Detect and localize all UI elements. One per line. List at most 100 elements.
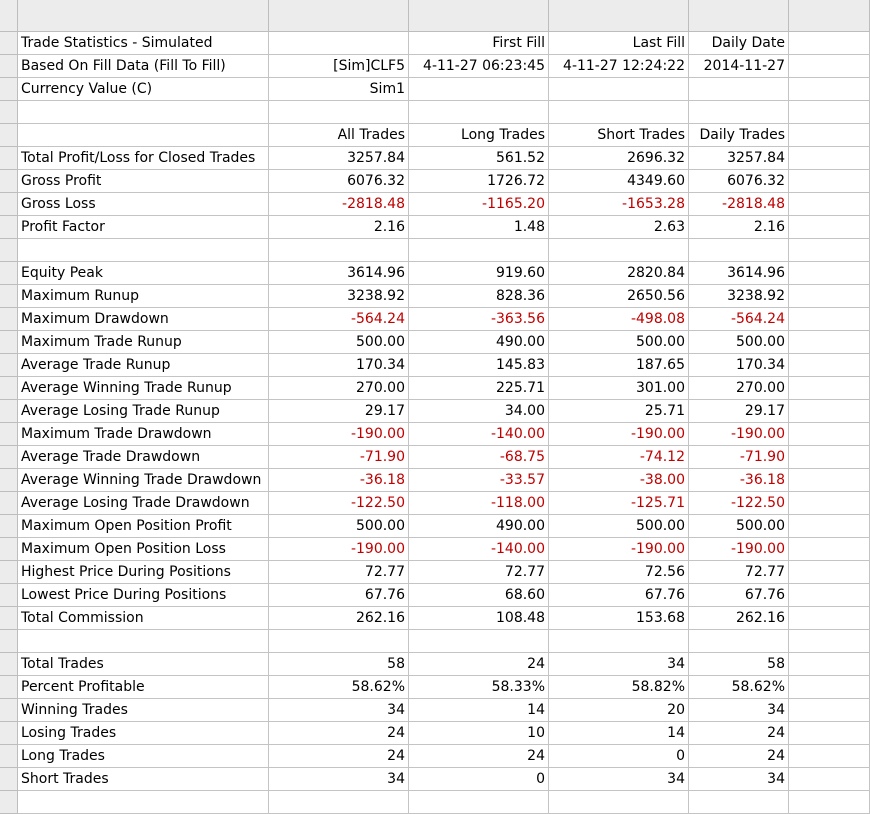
short-trades-cell[interactable]: 34: [549, 768, 689, 791]
row-label-cell[interactable]: [18, 791, 269, 814]
stat-row[interactable]: Long Trades 24 24 0 24: [0, 745, 870, 768]
short-trades-cell[interactable]: [549, 101, 689, 124]
daily-trades-cell[interactable]: 2014-11-27: [689, 55, 789, 78]
empty-cell[interactable]: [789, 768, 870, 791]
row-label-cell[interactable]: Losing Trades: [18, 722, 269, 745]
short-trades-cell[interactable]: Short Trades: [549, 124, 689, 147]
row-label-cell[interactable]: Gross Loss: [18, 193, 269, 216]
all-trades-cell[interactable]: All Trades: [269, 124, 409, 147]
row-label-cell[interactable]: Lowest Price During Positions: [18, 584, 269, 607]
short-trades-cell[interactable]: 0: [549, 745, 689, 768]
long-trades-cell[interactable]: 1726.72: [409, 170, 549, 193]
row-label-cell[interactable]: Gross Profit: [18, 170, 269, 193]
all-trades-cell[interactable]: -71.90: [269, 446, 409, 469]
daily-trades-cell[interactable]: [689, 78, 789, 101]
row-selector[interactable]: [0, 216, 18, 239]
stat-row[interactable]: Currency Value (C) Sim1: [0, 78, 870, 101]
all-trades-cell[interactable]: 58.62%: [269, 676, 409, 699]
daily-trades-cell[interactable]: [689, 239, 789, 262]
long-trades-cell[interactable]: -363.56: [409, 308, 549, 331]
column-header[interactable]: [789, 0, 870, 32]
long-trades-cell[interactable]: -68.75: [409, 446, 549, 469]
empty-cell[interactable]: [789, 354, 870, 377]
long-trades-cell[interactable]: 72.77: [409, 561, 549, 584]
stat-row[interactable]: Maximum Trade Drawdown -190.00 -140.00 -190…: [0, 423, 870, 446]
long-trades-cell[interactable]: -140.00: [409, 538, 549, 561]
all-trades-cell[interactable]: 24: [269, 745, 409, 768]
short-trades-cell[interactable]: 2.63: [549, 216, 689, 239]
all-trades-cell[interactable]: 3238.92: [269, 285, 409, 308]
long-trades-cell[interactable]: -140.00: [409, 423, 549, 446]
empty-cell[interactable]: [789, 32, 870, 55]
row-label-cell[interactable]: Average Losing Trade Runup: [18, 400, 269, 423]
daily-trades-cell[interactable]: 3238.92: [689, 285, 789, 308]
all-trades-cell[interactable]: 58: [269, 653, 409, 676]
long-trades-cell[interactable]: [409, 630, 549, 653]
row-label-cell[interactable]: Winning Trades: [18, 699, 269, 722]
empty-cell[interactable]: [789, 55, 870, 78]
stat-row[interactable]: Maximum Trade Runup 500.00 490.00 500.00 500…: [0, 331, 870, 354]
row-label-cell[interactable]: [18, 630, 269, 653]
empty-cell[interactable]: [789, 101, 870, 124]
row-label-cell[interactable]: Highest Price During Positions: [18, 561, 269, 584]
stat-row[interactable]: Equity Peak 3614.96 919.60 2820.84 3614.96: [0, 262, 870, 285]
empty-cell[interactable]: [789, 722, 870, 745]
row-selector[interactable]: [0, 446, 18, 469]
long-trades-cell[interactable]: -33.57: [409, 469, 549, 492]
row-selector[interactable]: [0, 55, 18, 78]
long-trades-cell[interactable]: 490.00: [409, 515, 549, 538]
daily-trades-cell[interactable]: 58: [689, 653, 789, 676]
daily-trades-cell[interactable]: 6076.32: [689, 170, 789, 193]
all-trades-cell[interactable]: 3257.84: [269, 147, 409, 170]
short-trades-cell[interactable]: 4349.60: [549, 170, 689, 193]
all-trades-cell[interactable]: [269, 630, 409, 653]
row-selector[interactable]: [0, 147, 18, 170]
short-trades-cell[interactable]: 67.76: [549, 584, 689, 607]
empty-cell[interactable]: [789, 308, 870, 331]
stat-row[interactable]: Winning Trades 34 14 20 34: [0, 699, 870, 722]
row-selector[interactable]: [0, 0, 18, 32]
stat-row[interactable]: Based On Fill Data (Fill To Fill) [Sim]CL…: [0, 55, 870, 78]
daily-trades-cell[interactable]: 29.17: [689, 400, 789, 423]
row-selector[interactable]: [0, 791, 18, 814]
empty-cell[interactable]: [789, 791, 870, 814]
row-label-cell[interactable]: [18, 101, 269, 124]
stat-row[interactable]: [0, 101, 870, 124]
stat-row[interactable]: Percent Profitable 58.62% 58.33% 58.82% 58.6…: [0, 676, 870, 699]
short-trades-cell[interactable]: -38.00: [549, 469, 689, 492]
row-selector[interactable]: [0, 308, 18, 331]
row-label-cell[interactable]: Total Trades: [18, 653, 269, 676]
long-trades-cell[interactable]: 24: [409, 653, 549, 676]
row-selector[interactable]: [0, 377, 18, 400]
row-label-cell[interactable]: Average Trade Runup: [18, 354, 269, 377]
row-selector[interactable]: [0, 400, 18, 423]
stat-row[interactable]: Profit Factor 2.16 1.48 2.63 2.16: [0, 216, 870, 239]
stat-row[interactable]: Average Trade Drawdown -71.90 -68.75 -74.12…: [0, 446, 870, 469]
daily-trades-cell[interactable]: 170.34: [689, 354, 789, 377]
all-trades-cell[interactable]: -190.00: [269, 423, 409, 446]
short-trades-cell[interactable]: -125.71: [549, 492, 689, 515]
short-trades-cell[interactable]: 25.71: [549, 400, 689, 423]
daily-trades-cell[interactable]: -36.18: [689, 469, 789, 492]
stat-row[interactable]: Highest Price During Positions 72.77 72.77…: [0, 561, 870, 584]
daily-trades-cell[interactable]: 24: [689, 722, 789, 745]
column-header[interactable]: [549, 0, 689, 32]
short-trades-cell[interactable]: 4-11-27 12:24:22: [549, 55, 689, 78]
daily-trades-cell[interactable]: 72.77: [689, 561, 789, 584]
row-selector[interactable]: [0, 699, 18, 722]
long-trades-cell[interactable]: 10: [409, 722, 549, 745]
long-trades-cell[interactable]: [409, 78, 549, 101]
row-label-cell[interactable]: Currency Value (C): [18, 78, 269, 101]
daily-trades-cell[interactable]: 500.00: [689, 515, 789, 538]
row-selector[interactable]: [0, 193, 18, 216]
daily-trades-cell[interactable]: 34: [689, 699, 789, 722]
row-label-cell[interactable]: Maximum Open Position Loss: [18, 538, 269, 561]
all-trades-cell[interactable]: 262.16: [269, 607, 409, 630]
short-trades-cell[interactable]: [549, 791, 689, 814]
short-trades-cell[interactable]: -1653.28: [549, 193, 689, 216]
row-label-cell[interactable]: Average Winning Trade Drawdown: [18, 469, 269, 492]
long-trades-cell[interactable]: 108.48: [409, 607, 549, 630]
stat-row[interactable]: Average Losing Trade Drawdown -122.50 -118…: [0, 492, 870, 515]
short-trades-cell[interactable]: 2696.32: [549, 147, 689, 170]
row-label-cell[interactable]: Trade Statistics - Simulated: [18, 32, 269, 55]
